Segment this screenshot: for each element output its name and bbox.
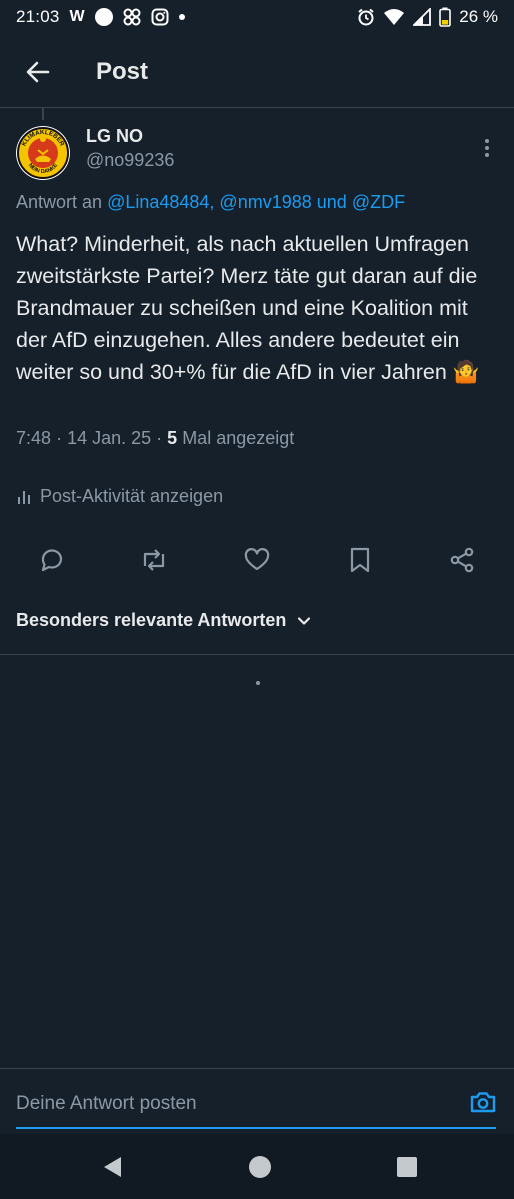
reply-to-mentions-link[interactable]: @Lina48484, @nmv1988 (107, 192, 312, 212)
nav-home-button[interactable] (245, 1152, 275, 1182)
status-bar: 21:03 W 26 % (0, 0, 514, 34)
back-triangle-icon (104, 1157, 121, 1177)
reply-conjunction[interactable]: und (317, 192, 347, 212)
views-label: Mal angezeigt (182, 428, 295, 448)
top-bar: Post (0, 36, 514, 108)
post-date[interactable]: 14 Jan. 25 (67, 428, 151, 448)
status-bar-right: 26 % (357, 7, 498, 27)
reply-icon (41, 549, 63, 572)
dot-icon (178, 14, 185, 20)
views-count: 5 (167, 428, 178, 448)
post-meta: 7:48 · 14 Jan. 25 · 5 Mal angezeigt (16, 428, 294, 449)
system-nav-bar (0, 1134, 514, 1199)
reply-input-underline (16, 1127, 496, 1129)
instagram-icon (151, 8, 169, 26)
more-dot-icon (485, 146, 489, 150)
post-text: What? Minderheit, als nach aktuellen Umf… (16, 232, 480, 384)
bookmark-icon (350, 547, 370, 573)
reply-button[interactable] (32, 540, 72, 580)
repost-icon (143, 549, 165, 571)
more-options-button[interactable] (478, 136, 496, 160)
action-bar (0, 540, 514, 580)
bookmark-button[interactable] (340, 540, 380, 580)
avatar[interactable]: KLIMAKLEBER NEIN DANKE (16, 126, 70, 180)
wifi-icon (384, 9, 405, 25)
status-time: 21:03 (16, 7, 60, 26)
like-icon (244, 548, 270, 571)
more-dot-icon (485, 139, 489, 143)
author-handle[interactable]: @no99236 (86, 150, 174, 171)
home-circle-icon (249, 1156, 271, 1178)
alarm-icon (358, 8, 374, 26)
reply-prefix: Antwort an (16, 192, 103, 212)
post-activity-link[interactable]: Post-Aktivität anzeigen (16, 486, 223, 507)
nav-back-button[interactable] (98, 1152, 128, 1182)
battery-icon (439, 7, 452, 27)
battery-percent: 26 % (459, 7, 498, 26)
repost-button[interactable] (134, 540, 174, 580)
like-button[interactable] (237, 540, 277, 580)
thread-connector-line (42, 108, 44, 120)
replies-sort-label: Besonders relevante Antworten (16, 610, 287, 630)
camera-icon (470, 1092, 496, 1113)
more-dot-icon (485, 153, 489, 157)
post-activity-label: Post-Aktivität anzeigen (40, 486, 224, 506)
reply-to-line: Antwort an @Lina48484, @nmv1988 und @ZDF (16, 192, 405, 213)
replies-sort-dropdown[interactable]: Besonders relevante Antworten (16, 610, 312, 631)
reply-to-last-mention-link[interactable]: @ZDF (352, 192, 405, 212)
carrier-letter: W (69, 8, 85, 25)
pinwheel-icon (123, 8, 141, 26)
author-name[interactable]: LG NO (86, 126, 143, 147)
chevron-down-icon (298, 616, 311, 625)
meta-separator: · (156, 428, 168, 448)
recents-square-icon (397, 1157, 417, 1177)
share-icon (450, 547, 474, 573)
share-button[interactable] (442, 540, 482, 580)
camera-button[interactable] (468, 1087, 498, 1117)
reply-input[interactable]: Deine Antwort posten (16, 1093, 197, 1115)
back-button[interactable] (18, 52, 58, 92)
reply-composer: Deine Antwort posten (0, 1068, 514, 1134)
page-title: Post (96, 57, 149, 85)
divider (0, 654, 514, 655)
status-bar-left: 21:03 W (16, 7, 185, 27)
meta-separator: · (56, 428, 68, 448)
arrow-left-icon (26, 61, 50, 82)
circle-icon (94, 8, 113, 26)
bar-chart-icon (18, 490, 30, 504)
avatar-logo: KLIMAKLEBER NEIN DANKE (17, 127, 69, 179)
signal-icon (413, 8, 432, 26)
nav-recents-button[interactable] (392, 1152, 422, 1182)
post-time[interactable]: 7:48 (16, 428, 51, 448)
loading-indicator (256, 681, 260, 685)
